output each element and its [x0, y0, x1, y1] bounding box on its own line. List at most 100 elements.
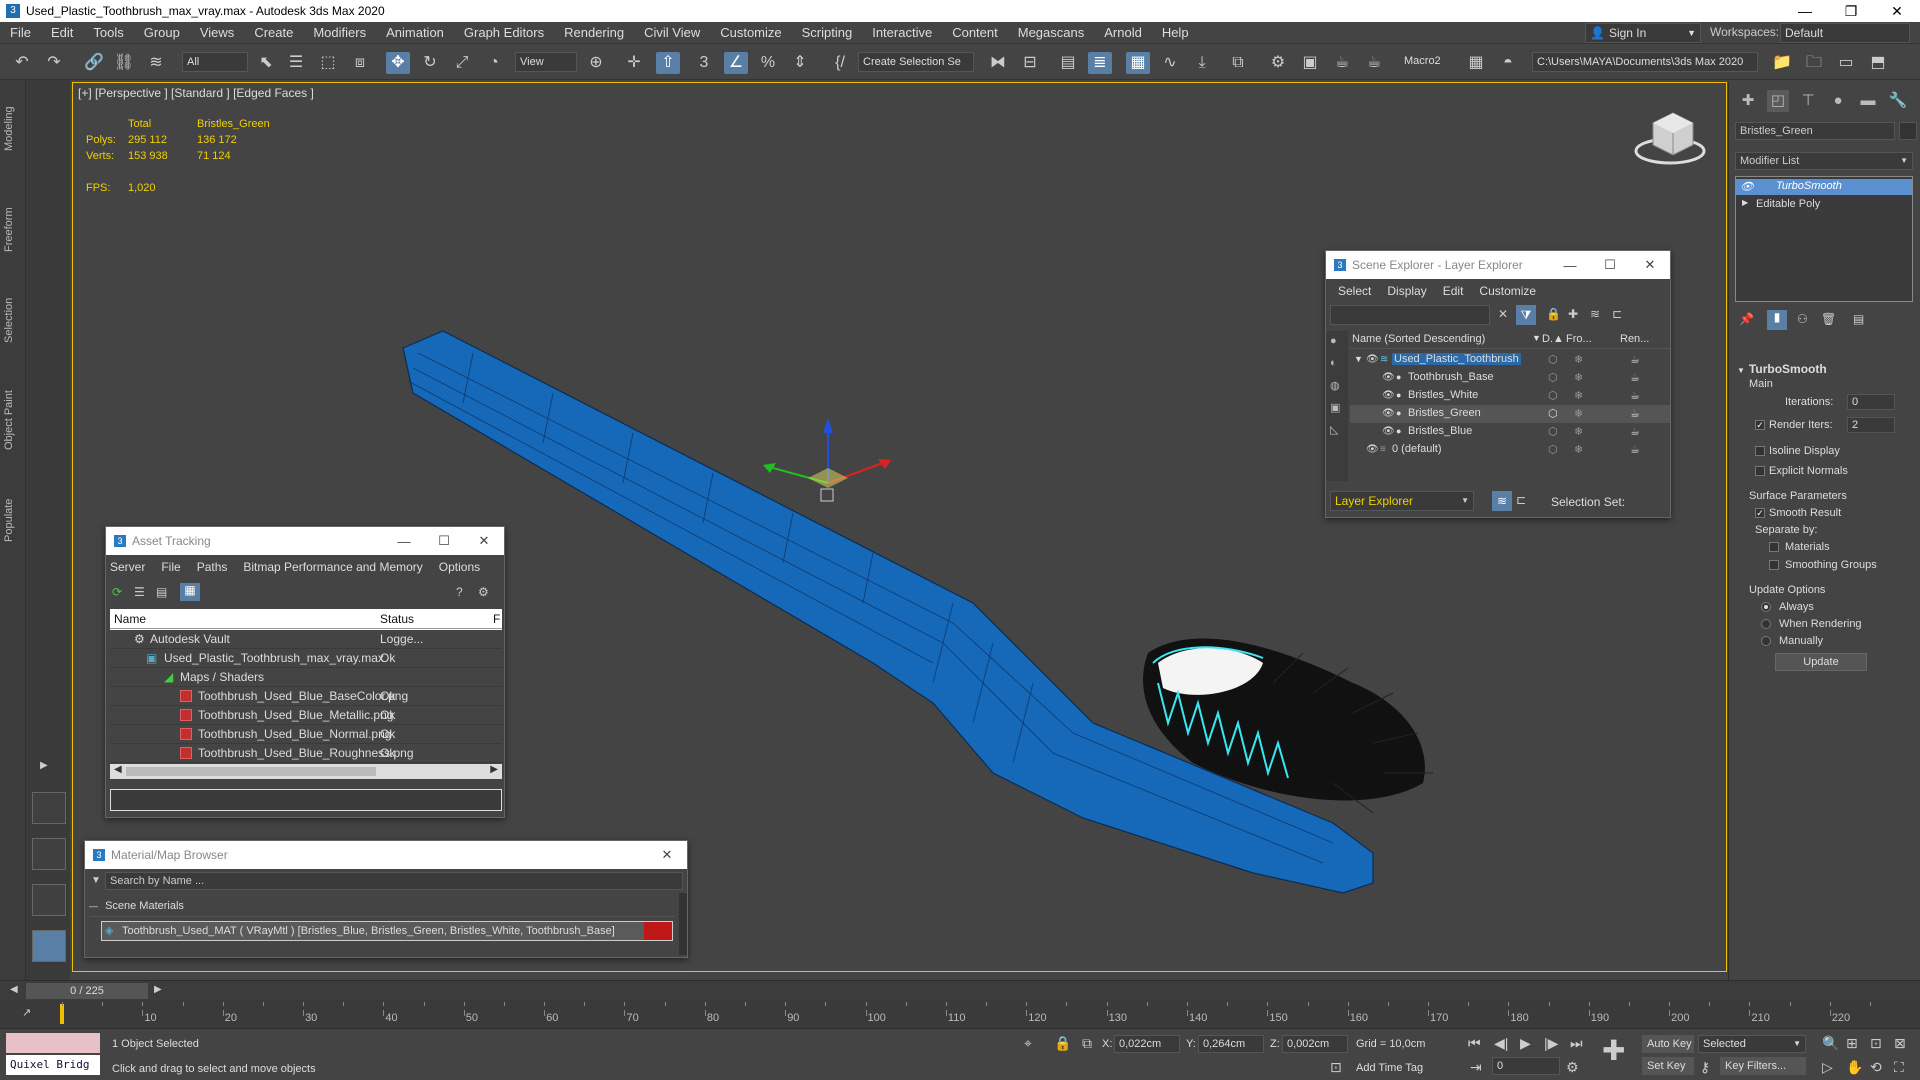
explicit-normals-checkbox[interactable]: [1755, 466, 1765, 476]
menu-arnold[interactable]: Arnold: [1094, 25, 1152, 40]
pan-icon[interactable]: ✋: [1846, 1059, 1863, 1076]
project-icon[interactable]: ▭: [1834, 52, 1858, 74]
next-frame-icon[interactable]: ▶: [154, 984, 162, 995]
eye-icon[interactable]: 👁: [1382, 390, 1395, 401]
display-tab-icon[interactable]: ▬: [1857, 90, 1879, 112]
help-options-icon[interactable]: ⚙: [478, 585, 489, 599]
display-all-icon[interactable]: ●: [1330, 335, 1337, 347]
make-unique-icon[interactable]: ⚇: [1797, 312, 1808, 326]
next-frame-button-icon[interactable]: |▶: [1544, 1035, 1558, 1052]
list-view-icon[interactable]: ☰: [134, 585, 145, 599]
workspace-dropdown[interactable]: Default: [1780, 23, 1910, 43]
minimize-icon[interactable]: —: [1550, 251, 1590, 279]
render-iterative-icon[interactable]: ☕: [1362, 52, 1386, 74]
eye-icon[interactable]: 👁: [1382, 426, 1395, 437]
object-color-swatch[interactable]: [1899, 122, 1917, 140]
display-icon[interactable]: ⬡: [1548, 371, 1558, 384]
se-menu-edit[interactable]: Edit: [1435, 284, 1472, 298]
maximize-icon[interactable]: ☐: [424, 527, 464, 555]
scale-icon[interactable]: ⤢: [450, 52, 474, 74]
time-tag-icon[interactable]: ⊡: [1330, 1059, 1342, 1076]
vertical-scrollbar[interactable]: [679, 893, 687, 955]
key-set-dropdown[interactable]: Selected ▼: [1698, 1035, 1806, 1053]
menu-create[interactable]: Create: [244, 25, 303, 40]
se-search-input[interactable]: [1330, 305, 1490, 325]
at-col-name[interactable]: Name: [114, 612, 146, 626]
minimize-button[interactable]: —: [1782, 0, 1828, 22]
remove-modifier-icon[interactable]: 🗑: [1821, 312, 1836, 326]
materials-checkbox[interactable]: [1769, 542, 1779, 552]
list-item[interactable]: 👁 ● Toothbrush_Base ⬡ ❄ ☕: [1350, 369, 1670, 387]
macro-grid-icon[interactable]: ▦: [1464, 52, 1488, 74]
when-rendering-radio[interactable]: [1761, 619, 1771, 629]
add-time-tag[interactable]: Add Time Tag: [1356, 1062, 1423, 1074]
freeze-icon[interactable]: ❄: [1574, 443, 1583, 456]
asset-path-field[interactable]: [110, 789, 502, 811]
zoom-extents-icon[interactable]: ⊡: [1870, 1035, 1882, 1052]
project-path-dropdown[interactable]: C:\Users\MAYA\Documents\3ds Max 2020: [1532, 52, 1758, 72]
display-icon[interactable]: ⬡: [1548, 353, 1558, 366]
smooth-result-checkbox[interactable]: ✓: [1755, 508, 1765, 518]
menu-animation[interactable]: Animation: [376, 25, 454, 40]
menu-interactive[interactable]: Interactive: [862, 25, 942, 40]
render-icon[interactable]: ☕: [1630, 443, 1640, 456]
display-icon[interactable]: ⬡: [1548, 425, 1558, 438]
iterations-spinner[interactable]: 0: [1847, 394, 1895, 410]
at-menu-file[interactable]: File: [153, 560, 188, 574]
table-row[interactable]: ◢ Maps / Shaders: [110, 668, 502, 687]
search-by-name-input[interactable]: Search by Name ...: [105, 872, 683, 890]
tab-object-paint[interactable]: Object Paint: [3, 370, 23, 470]
close-icon[interactable]: ✕: [464, 527, 504, 555]
prev-frame-icon[interactable]: ◀: [10, 984, 18, 995]
angle-snap-icon[interactable]: ∠: [724, 52, 748, 74]
selection-filter-dropdown[interactable]: All: [182, 52, 248, 72]
eye-icon[interactable]: 👁: [1366, 444, 1379, 455]
menu-modifiers[interactable]: Modifiers: [303, 25, 376, 40]
smoothing-groups-checkbox[interactable]: [1769, 560, 1779, 570]
menu-graph-editors[interactable]: Graph Editors: [454, 25, 554, 40]
menu-civil-view[interactable]: Civil View: [634, 25, 710, 40]
rotate-icon[interactable]: ↻: [418, 52, 442, 74]
zoom-extents-all-icon[interactable]: ⊠: [1894, 1035, 1906, 1052]
asset-tracking-titlebar[interactable]: 3 Asset Tracking — ☐ ✕: [106, 527, 504, 555]
ribbon-icon[interactable]: ▦: [1126, 52, 1150, 74]
material-browser-titlebar[interactable]: 3 Material/Map Browser ✕: [85, 841, 687, 869]
refresh-icon[interactable]: ⟳: [112, 585, 122, 599]
stack-item-editable-poly[interactable]: ▶ Editable Poly: [1736, 197, 1912, 213]
sort-by-layer-icon[interactable]: ≋: [1492, 491, 1512, 511]
cameras-icon[interactable]: ◺: [1330, 423, 1338, 436]
render-icon[interactable]: ☕: [1630, 407, 1640, 420]
se-col-name[interactable]: Name (Sorted Descending): [1352, 333, 1485, 345]
auto-key-button[interactable]: Auto Key: [1642, 1035, 1694, 1053]
toggle-layer-explorer-icon[interactable]: ≣: [1088, 52, 1112, 74]
eye-icon[interactable]: 👁: [1366, 354, 1379, 365]
menu-edit[interactable]: Edit: [41, 25, 83, 40]
link-icon[interactable]: 🔗: [82, 52, 106, 74]
render-setup-icon[interactable]: ⚙: [1266, 52, 1290, 74]
edit-named-selection-icon[interactable]: {/: [828, 52, 852, 74]
project-settings-icon[interactable]: ⬒: [1866, 52, 1890, 74]
scroll-thumb[interactable]: [126, 767, 376, 776]
list-item[interactable]: 👁 ≡ 0 (default) ⬡ ❄ ☕: [1350, 441, 1670, 459]
time-slider-thumb[interactable]: 0 / 225: [26, 983, 148, 999]
redo-icon[interactable]: ↷: [42, 52, 66, 74]
display-icon[interactable]: ⬡: [1548, 389, 1558, 402]
filter-icon[interactable]: ⧩: [1516, 305, 1536, 325]
tab-populate[interactable]: Populate: [3, 480, 23, 560]
help-icon[interactable]: ?: [456, 585, 463, 599]
render-production-icon[interactable]: ☕: [1330, 52, 1354, 74]
se-menu-customize[interactable]: Customize: [1471, 284, 1544, 298]
table-view-icon[interactable]: ▦: [180, 583, 200, 601]
close-icon[interactable]: ✕: [1630, 251, 1670, 279]
menu-views[interactable]: Views: [190, 25, 244, 40]
table-row[interactable]: Toothbrush_Used_Blue_Normal.png Ok: [110, 725, 502, 744]
field-of-view-icon[interactable]: ▷: [1822, 1059, 1833, 1076]
material-editor-icon[interactable]: ⧉: [1226, 52, 1250, 74]
collapse-icon[interactable]: —: [89, 901, 98, 911]
freeze-icon[interactable]: ❄: [1574, 371, 1583, 384]
play-icon[interactable]: ▶: [1520, 1035, 1531, 1052]
material-item[interactable]: ◈ Toothbrush_Used_MAT ( VRayMtl ) [Brist…: [101, 921, 673, 941]
tab-freeform[interactable]: Freeform: [3, 190, 23, 270]
current-frame-marker[interactable]: [60, 1004, 64, 1024]
close-icon[interactable]: ✕: [647, 841, 687, 869]
